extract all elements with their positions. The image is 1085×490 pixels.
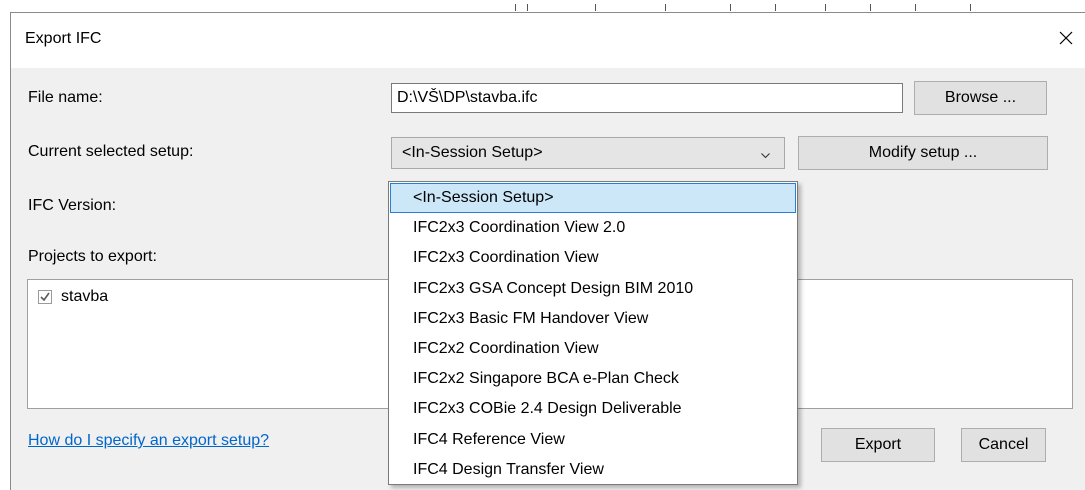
dropdown-option[interactable]: IFC2x2 Coordination View xyxy=(390,334,796,364)
checkmark-icon xyxy=(40,292,50,302)
dropdown-option[interactable]: IFC2x2 Singapore BCA e-Plan Check xyxy=(390,364,796,394)
background-ruler-ticks xyxy=(515,0,995,12)
file-name-label: File name: xyxy=(28,89,103,106)
dropdown-option[interactable]: IFC4 Reference View xyxy=(390,425,796,455)
dropdown-option[interactable]: IFC2x3 Coordination View xyxy=(390,243,796,273)
cancel-button[interactable]: Cancel xyxy=(961,428,1046,462)
dropdown-option[interactable]: IFC4 Design Transfer View xyxy=(390,455,796,485)
setup-select[interactable]: <In-Session Setup> xyxy=(391,137,785,169)
export-button[interactable]: Export xyxy=(821,428,935,462)
project-checkbox[interactable] xyxy=(38,290,52,304)
ifc-version-label: IFC Version: xyxy=(28,197,117,214)
projects-label: Projects to export: xyxy=(28,248,157,265)
close-icon xyxy=(1059,31,1073,45)
project-label: stavba xyxy=(61,288,109,305)
modify-setup-button[interactable]: Modify setup ... xyxy=(798,136,1048,170)
help-link[interactable]: How do I specify an export setup? xyxy=(28,432,269,450)
setup-dropdown-list: <In-Session Setup> IFC2x3 Coordination V… xyxy=(388,181,798,485)
export-ifc-dialog: Export IFC File name: D:\VŠ\DP\stavba.if… xyxy=(10,12,1085,490)
dropdown-option[interactable]: IFC2x3 COBie 2.4 Design Deliverable xyxy=(390,394,796,424)
dropdown-option[interactable]: IFC2x3 Basic FM Handover View xyxy=(390,304,796,334)
chevron-down-icon xyxy=(761,146,770,164)
close-button[interactable] xyxy=(1047,21,1085,55)
dialog-titlebar: Export IFC xyxy=(11,13,1085,68)
file-name-input[interactable]: D:\VŠ\DP\stavba.ifc xyxy=(391,83,903,113)
dialog-title: Export IFC xyxy=(25,30,102,47)
dropdown-option[interactable]: <In-Session Setup> xyxy=(390,183,796,214)
setup-select-value: <In-Session Setup> xyxy=(402,144,543,161)
dropdown-option[interactable]: IFC2x3 GSA Concept Design BIM 2010 xyxy=(390,274,796,304)
browse-button[interactable]: Browse ... xyxy=(914,81,1047,115)
dropdown-option[interactable]: IFC2x3 Coordination View 2.0 xyxy=(390,213,796,243)
current-setup-label: Current selected setup: xyxy=(28,143,194,160)
list-item[interactable]: stavba xyxy=(38,288,108,306)
